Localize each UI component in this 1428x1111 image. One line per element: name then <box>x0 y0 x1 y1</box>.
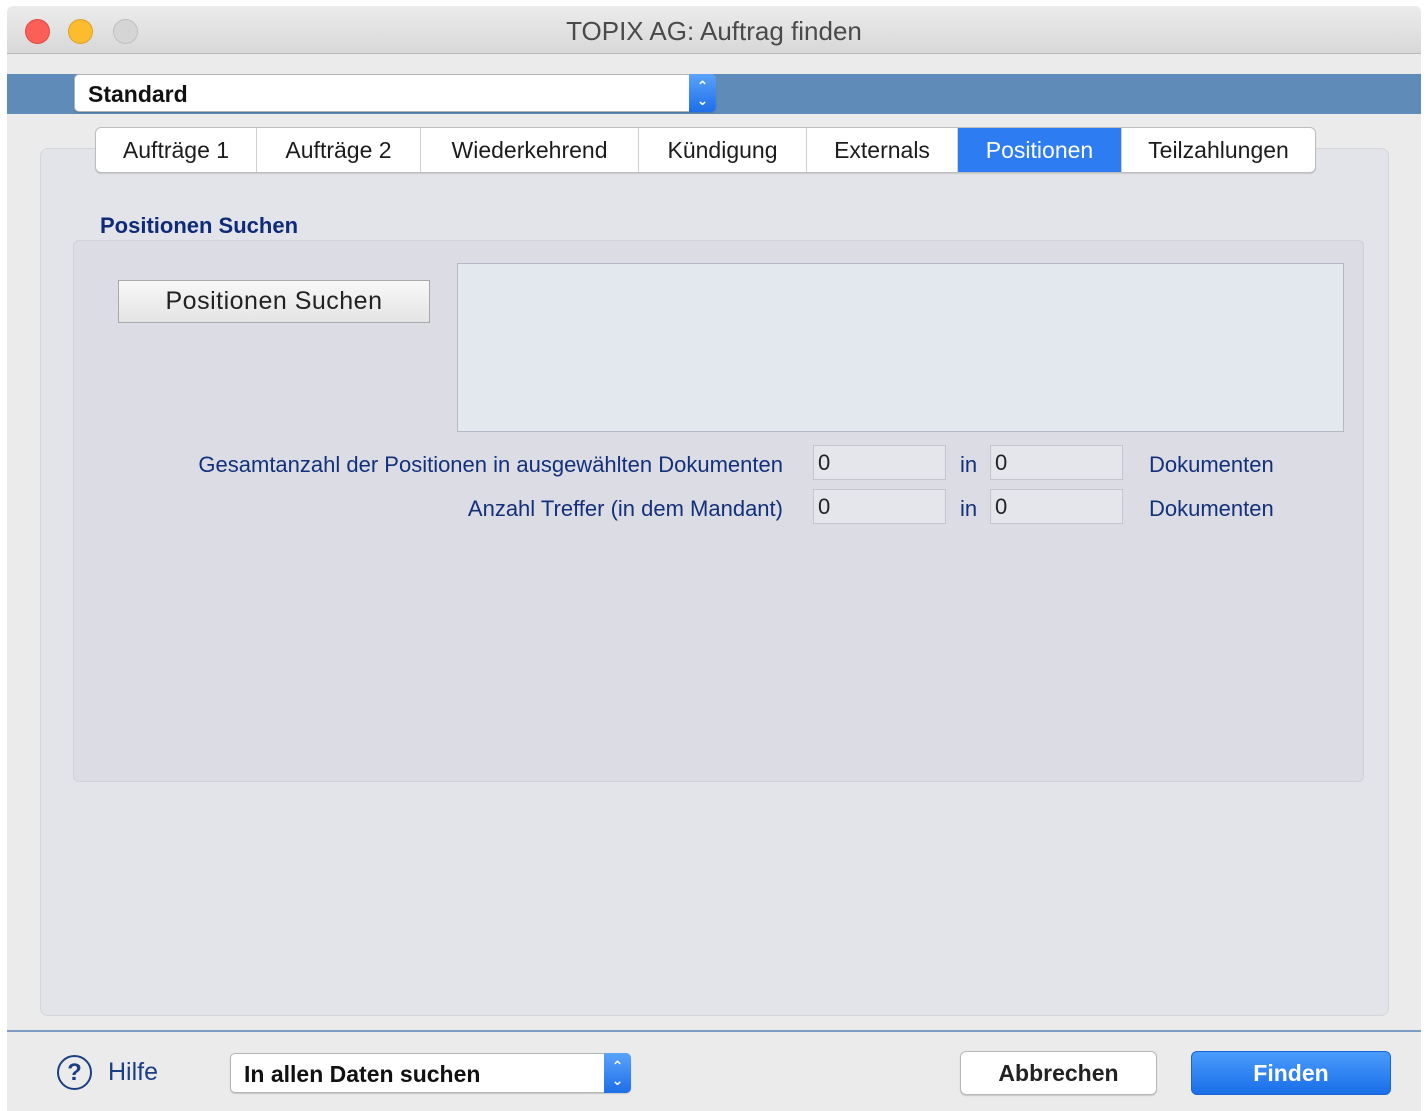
tab-teilzahlungen[interactable]: Teilzahlungen <box>1122 128 1315 172</box>
help-label[interactable]: Hilfe <box>108 1058 158 1087</box>
total-positions-documents-field[interactable]: 0 <box>990 445 1123 480</box>
help-icon[interactable]: ? <box>57 1055 92 1090</box>
popup-stepper-icon: ⌃ ⌄ <box>689 74 716 112</box>
footer-divider <box>7 1030 1421 1032</box>
total-positions-unit-label: Dokumenten <box>1149 452 1274 477</box>
find-button[interactable]: Finden <box>1191 1051 1391 1095</box>
search-criteria-area[interactable] <box>457 263 1344 432</box>
tab-positionen[interactable]: Positionen <box>958 128 1122 172</box>
tab-auftraege-1[interactable]: Aufträge 1 <box>96 128 257 172</box>
hits-label: Anzahl Treffer (in dem Mandant) <box>467 496 783 521</box>
total-positions-label: Gesamtanzahl der Positionen in ausgewähl… <box>198 452 783 477</box>
view-selector-value: Standard <box>88 81 188 107</box>
search-scope-popup[interactable]: In allen Daten suchen ⌃ ⌄ <box>230 1053 631 1093</box>
tab-wiederkehrend[interactable]: Wiederkehrend <box>421 128 639 172</box>
total-positions-count-field[interactable]: 0 <box>813 445 946 480</box>
view-selector-popup[interactable]: Standard ⌃ ⌄ <box>74 74 716 112</box>
cancel-button[interactable]: Abbrechen <box>960 1051 1157 1095</box>
hits-unit-label: Dokumenten <box>1149 496 1274 521</box>
hits-documents-field[interactable]: 0 <box>990 489 1123 524</box>
tab-auftraege-2[interactable]: Aufträge 2 <box>257 128 421 172</box>
window-title: TOPIX AG: Auftrag finden <box>566 16 862 46</box>
hits-in-label: in <box>960 496 978 521</box>
search-positions-button[interactable]: Positionen Suchen <box>118 280 430 323</box>
find-order-window: TOPIX AG: Auftrag finden Standard ⌃ ⌄ Auf… <box>7 6 1421 1111</box>
total-positions-in-label: in <box>960 452 978 477</box>
hits-count-field[interactable]: 0 <box>813 489 946 524</box>
search-scope-value: In allen Daten suchen <box>244 1061 481 1087</box>
tab-externals[interactable]: Externals <box>807 128 958 172</box>
title-bar: TOPIX AG: Auftrag finden <box>7 6 1421 54</box>
popup-stepper-icon: ⌃ ⌄ <box>604 1053 631 1093</box>
tab-kuendigung[interactable]: Kündigung <box>639 128 807 172</box>
tab-bar: Aufträge 1 Aufträge 2 Wiederkehrend Künd… <box>95 127 1316 173</box>
section-title: Positionen Suchen <box>100 213 299 238</box>
